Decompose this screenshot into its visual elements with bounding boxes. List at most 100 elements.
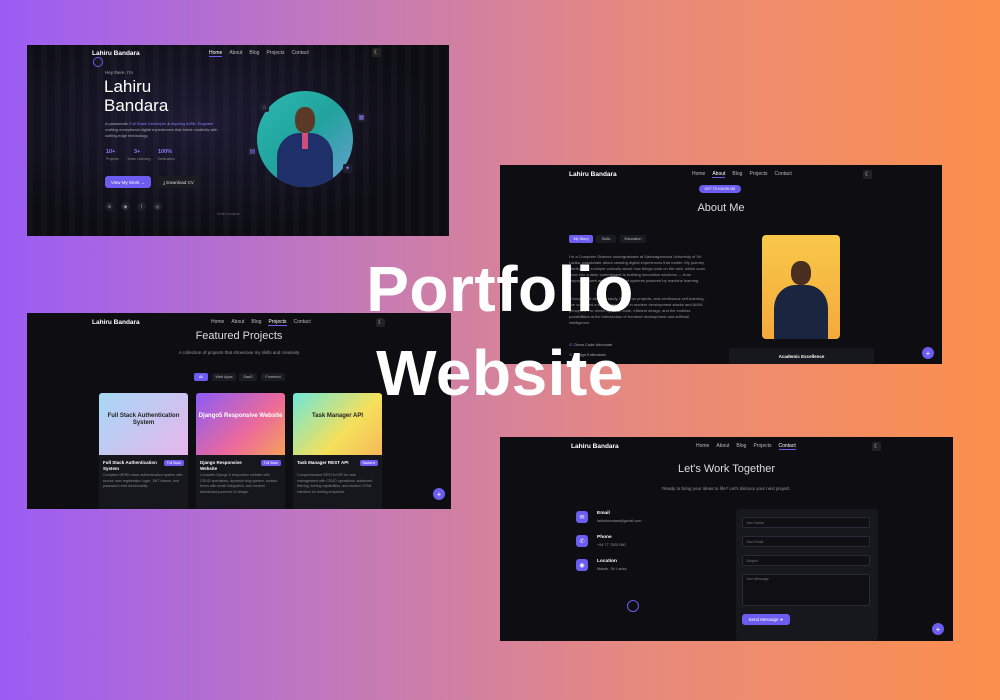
nav-projects[interactable]: Projects <box>749 171 767 178</box>
contact-email-label: Email <box>597 511 610 516</box>
email-input[interactable]: Your Email <box>742 536 870 547</box>
subject-input[interactable]: Subject <box>742 555 870 566</box>
about-title: About Me <box>697 202 745 214</box>
bio-text: A passionate <box>105 121 130 126</box>
tab-skills[interactable]: Skills <box>596 235 616 243</box>
tab-my-story[interactable]: My Story <box>569 235 593 243</box>
hero-screenshot: Lahiru Bandara Home About Blog Projects … <box>27 45 449 236</box>
bio-role-1: Full-Stack Developer <box>129 121 167 126</box>
bio-text: crafting exceptional digital experiences… <box>105 127 218 138</box>
project-description: Complete MERN stack authentication syste… <box>103 473 183 488</box>
project-badge: Full Stack <box>261 460 281 466</box>
nav-about[interactable]: About <box>712 171 726 178</box>
nav-contact[interactable]: Contact <box>778 443 796 450</box>
nav-contact[interactable]: Contact <box>775 171 792 178</box>
navbar: Lahiru Bandara Home About Blog Projects … <box>500 438 953 454</box>
moon-icon[interactable]: ☾ <box>372 48 381 57</box>
project-title: Django Responsive Website <box>200 460 242 471</box>
linkedin-icon[interactable]: in <box>105 202 114 211</box>
hero-name-first: Lahiru <box>104 77 152 96</box>
navbar: Lahiru Bandara Home About Blog Projects … <box>500 166 942 182</box>
contact-email-value[interactable]: lahirubandara@gmail.com <box>597 519 641 523</box>
stat-dedication-value: 100% <box>158 149 173 155</box>
hero-greeting: Hey there, I'm <box>105 70 133 75</box>
cursor-ring <box>93 57 103 67</box>
nav-home[interactable]: Home <box>209 50 223 57</box>
phone-icon: ✆ <box>576 535 588 547</box>
nav-projects[interactable]: Projects <box>753 443 771 450</box>
view-work-button[interactable]: View My Work → <box>105 176 151 188</box>
brand-logo[interactable]: Lahiru Bandara <box>569 171 617 178</box>
sparkle-icon: ✦ <box>343 164 352 173</box>
thumbnail-label: Task Manager API <box>311 413 364 419</box>
contact-screenshot: Lahiru Bandara Home About Blog Projects … <box>500 437 953 641</box>
navbar: Lahiru Bandara Home About Blog Projects … <box>27 45 449 61</box>
plus-icon[interactable]: + <box>433 488 445 500</box>
location-icon: ◉ <box>576 559 588 571</box>
stat-projects-value: 10+ <box>106 149 116 155</box>
name-input[interactable]: Your Name <box>742 517 870 528</box>
contact-form: Your Name Your Email Subject Your Messag… <box>736 509 878 641</box>
facebook-icon[interactable]: f <box>137 202 146 211</box>
chip-icon: ▤ <box>248 147 257 156</box>
stat-years-value: 3+ <box>134 149 141 155</box>
view-work-label: View My Work <box>110 179 140 185</box>
hero-name-last: Bandara <box>104 96 169 115</box>
project-title: Task Manager REST API <box>297 460 349 465</box>
photo-shirt <box>302 133 308 149</box>
project-description: Complete Django 5 responsive website wit… <box>200 473 278 494</box>
download-cv-label: Download CV <box>166 179 194 185</box>
nav-blog[interactable]: Blog <box>732 171 742 178</box>
overlay-title-line-2: Website <box>376 337 624 409</box>
project-title: Full Stack Authentication System <box>103 460 157 471</box>
nav-links: Home About Blog Projects Contact <box>692 171 792 178</box>
plus-icon[interactable]: + <box>932 623 944 635</box>
cursor-ring <box>627 600 639 612</box>
thumbnail-label: Full Stack Authentication System <box>107 413 180 426</box>
nav-blog[interactable]: Blog <box>249 50 259 57</box>
project-card[interactable]: Django5 Responsive Website Django Respon… <box>196 393 285 509</box>
nav-contact[interactable]: Contact <box>292 50 309 57</box>
scroll-hint: Scroll to explore <box>217 212 240 216</box>
project-description: Comprehensive RESTful API for task manag… <box>297 473 373 494</box>
nav-links: Home About Blog Projects Contact <box>696 443 796 450</box>
moon-icon[interactable]: ☾ <box>872 442 881 451</box>
contact-title: Let's Work Together <box>677 463 776 475</box>
moon-icon[interactable]: ☾ <box>863 170 872 179</box>
layers-icon: ▦ <box>357 113 366 122</box>
photo-head <box>295 107 315 133</box>
background-stripes <box>27 45 449 236</box>
project-badge: Backend <box>359 460 378 466</box>
send-label: Send Message <box>748 617 779 622</box>
message-textarea[interactable]: Your Message <box>742 574 870 606</box>
nav-projects[interactable]: Projects <box>266 50 284 57</box>
contact-subtitle: Ready to bring your ideas to life? Let's… <box>662 486 791 491</box>
nav-about[interactable]: About <box>716 443 729 450</box>
project-badge: Full Stack <box>164 460 184 466</box>
contact-location-label: Location <box>597 559 617 564</box>
project-card[interactable]: Task Manager API Task Manager REST API B… <box>293 393 382 509</box>
instagram-icon[interactable]: ◎ <box>153 202 162 211</box>
stat-projects-label: Projects <box>106 157 119 161</box>
thumbnail-label: Django5 Responsive Website <box>198 413 283 419</box>
contact-phone-value[interactable]: +94 77 7525 080 <box>597 543 626 547</box>
nav-links: Home About Blog Projects Contact <box>209 50 309 57</box>
send-message-button[interactable]: Send Message ➤ <box>742 614 790 625</box>
nav-about[interactable]: About <box>229 50 242 57</box>
about-badge: GET TO KNOW ME <box>699 185 741 193</box>
nav-blog[interactable]: Blog <box>736 443 746 450</box>
github-icon[interactable]: ◉ <box>121 202 130 211</box>
contact-location-value: Matale, Sri Lanka <box>597 567 627 571</box>
overlay-title-line-1: Portfolio <box>366 253 634 325</box>
brand-logo[interactable]: Lahiru Bandara <box>571 443 619 450</box>
bio-role-2: Aspiring AI/ML Engineer <box>170 121 214 126</box>
nav-home[interactable]: Home <box>696 443 709 450</box>
stat-dedication-label: Dedication <box>158 157 175 161</box>
download-cv-button[interactable]: ⤓ Download CV <box>157 176 200 188</box>
tab-education[interactable]: Education <box>620 235 646 243</box>
project-card[interactable]: Full Stack Authentication System Full St… <box>99 393 188 509</box>
brand-logo[interactable]: Lahiru Bandara <box>92 50 140 57</box>
stat-years-label: Years Learning <box>127 157 151 161</box>
nav-home[interactable]: Home <box>692 171 705 178</box>
hero-bio: A passionate Full-Stack Developer & Aspi… <box>105 121 225 139</box>
